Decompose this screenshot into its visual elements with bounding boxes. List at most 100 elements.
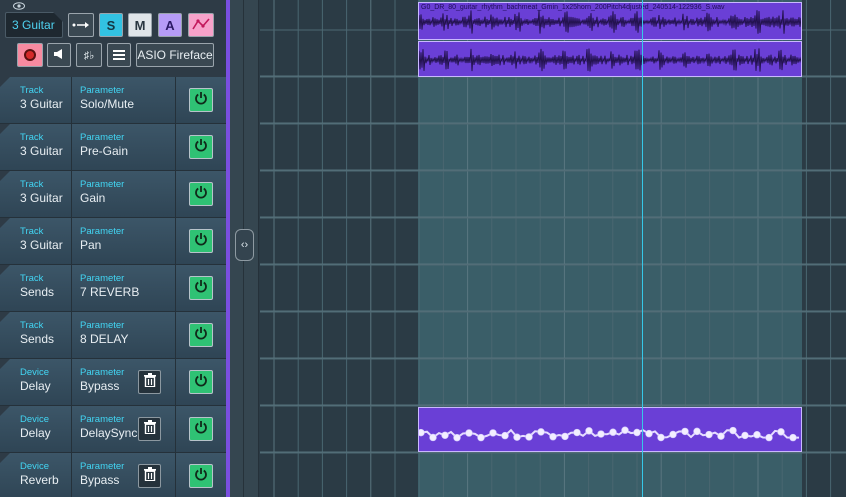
hamburger-menu-icon [113,48,125,63]
target-cell[interactable]: Track 3 Guitar [12,124,70,170]
target-name: 3 Guitar [20,97,63,111]
output-device-selector[interactable]: ASIO Fireface [136,43,214,67]
automation-row[interactable]: Device Delay Parameter DelaySync… [0,406,226,453]
track-selector[interactable]: 3 Guitar [5,12,63,38]
target-kind-label: Track [20,273,44,284]
target-name: Sends [20,285,55,299]
power-icon [194,91,208,110]
audio-clip-name: G0_DR_80_guitar_rhythm_bachmeat_Gmin_1x2… [421,4,725,11]
enable-toggle-button[interactable] [189,370,213,394]
parameter-name: Pan [80,238,102,252]
parameter-label: Parameter [80,226,125,237]
power-icon [194,373,208,392]
automation-clip[interactable] [418,407,802,452]
enable-toggle-button[interactable] [189,276,213,300]
parameter-label: Parameter [80,320,125,331]
arm-button[interactable]: A [158,13,182,37]
parameter-cell[interactable]: Parameter Solo/Mute [71,77,175,123]
trash-icon [143,419,156,439]
power-icon [194,279,208,298]
arrange-view[interactable]: G0_DR_80_guitar_rhythm_bachmeat_Gmin_1x2… [260,0,846,497]
target-kind-label: Device [20,367,50,378]
route-button[interactable] [68,13,94,37]
parameter-cell[interactable]: Parameter 7 REVERB [71,265,175,311]
enable-toggle-button[interactable] [189,323,213,347]
target-kind-label: Device [20,414,50,425]
row-corner [0,359,10,369]
parameter-cell[interactable]: Parameter Pre-Gain [71,124,175,170]
row-corner [0,406,10,416]
automation-curve-icon [192,17,210,34]
parameter-label: Parameter [80,85,125,96]
daw-window: 3 Guitar S M A ♯♭ ASIO Fireface Track 3 … [0,0,846,497]
target-cell[interactable]: Device Delay [12,359,70,405]
audio-clip-bottom[interactable] [418,41,802,77]
route-arrow-icon [72,18,90,33]
automation-row[interactable]: Track 3 Guitar Parameter Solo/Mute [0,77,226,124]
target-name: Sends [20,332,55,346]
target-name: Delay [20,426,51,440]
waveform [419,48,801,72]
automation-row[interactable]: Device Reverb Parameter Bypass [0,453,226,497]
playhead[interactable] [642,0,643,497]
target-name: 3 Guitar [20,238,63,252]
enable-toggle-button[interactable] [189,182,213,206]
target-kind-label: Track [20,179,44,190]
power-icon [194,420,208,439]
record-icon [24,49,36,61]
mute-button[interactable]: M [128,13,152,37]
enable-toggle-button[interactable] [189,135,213,159]
row-corner [0,218,10,228]
parameter-label: Parameter [80,273,125,284]
automation-button[interactable] [188,13,214,37]
automation-row[interactable]: Track Sends Parameter 7 REVERB [0,265,226,312]
collapse-expand-handle[interactable]: ‹› [235,229,254,261]
enable-toggle-button[interactable] [189,417,213,441]
enable-toggle-button[interactable] [189,229,213,253]
automation-curve [419,426,800,442]
record-button[interactable] [17,43,43,67]
target-cell[interactable]: Device Delay [12,406,70,452]
target-name: 3 Guitar [20,144,63,158]
automation-row[interactable]: Track Sends Parameter 8 DELAY [0,312,226,359]
automation-row[interactable]: Track 3 Guitar Parameter Gain [0,171,226,218]
track-menu-button[interactable] [107,43,131,67]
power-icon [194,185,208,204]
trash-icon [143,466,156,486]
target-cell[interactable]: Track Sends [12,312,70,358]
target-name: 3 Guitar [20,191,63,205]
row-corner [0,124,10,134]
parameter-cell[interactable]: Parameter Gain [71,171,175,217]
power-icon [194,138,208,157]
automation-row[interactable]: Device Delay Parameter Bypass [0,359,226,406]
parameter-label: Parameter [80,179,125,190]
target-cell[interactable]: Device Reverb [12,453,70,497]
delete-button[interactable] [138,370,161,394]
eye-icon[interactable] [13,2,25,10]
audio-clip-top[interactable]: G0_DR_80_guitar_rhythm_bachmeat_Gmin_1x2… [418,2,802,40]
target-kind-label: Track [20,85,44,96]
monitor-button[interactable] [47,43,71,67]
parameter-cell[interactable]: Parameter Pan [71,218,175,264]
delete-button[interactable] [138,464,161,488]
target-cell[interactable]: Track 3 Guitar [12,218,70,264]
solo-button[interactable]: S [99,13,123,37]
target-kind-label: Track [20,132,44,143]
parameter-label: Parameter [80,132,125,143]
target-name: Reverb [20,473,59,487]
parameter-name: Pre-Gain [80,144,129,158]
speaker-icon [53,48,65,63]
automation-panel: 3 Guitar S M A ♯♭ ASIO Fireface Track 3 … [0,0,230,497]
target-cell[interactable]: Track 3 Guitar [12,171,70,217]
parameter-name: 7 REVERB [80,285,140,299]
automation-row[interactable]: Track 3 Guitar Parameter Pan [0,218,226,265]
target-cell[interactable]: Track 3 Guitar [12,77,70,123]
tuning-button[interactable]: ♯♭ [76,43,102,67]
target-kind-label: Track [20,226,44,237]
parameter-cell[interactable]: Parameter 8 DELAY [71,312,175,358]
enable-toggle-button[interactable] [189,88,213,112]
automation-row[interactable]: Track 3 Guitar Parameter Pre-Gain [0,124,226,171]
target-cell[interactable]: Track Sends [12,265,70,311]
enable-toggle-button[interactable] [189,464,213,488]
delete-button[interactable] [138,417,161,441]
